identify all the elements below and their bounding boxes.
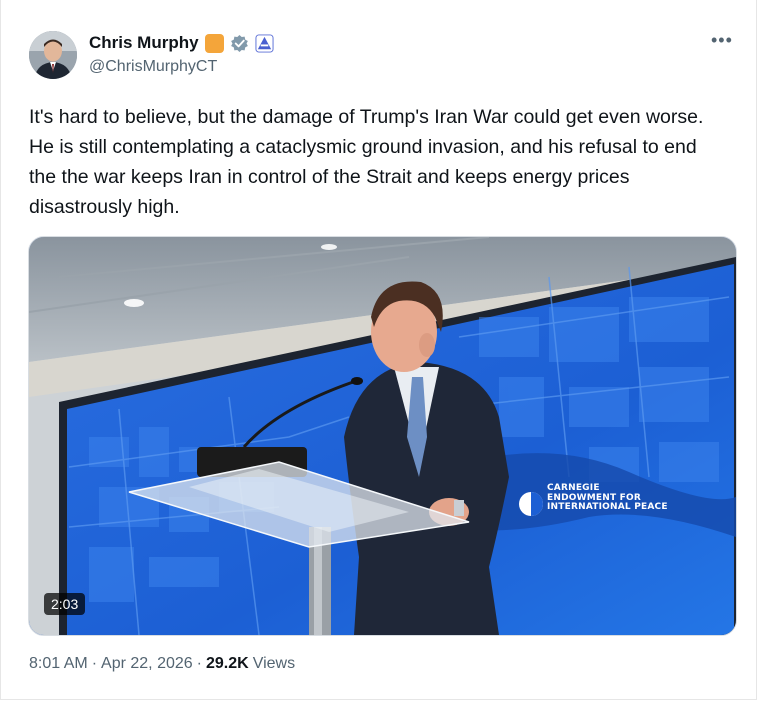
author-name[interactable]: Chris Murphy <box>89 33 199 53</box>
meta-separator: · <box>91 655 98 672</box>
government-badge-icon[interactable] <box>255 33 274 53</box>
author-handle[interactable]: @ChrisMurphyCT <box>89 58 217 76</box>
post-time[interactable]: 8:01 AM <box>29 655 88 673</box>
avatar[interactable] <box>29 31 77 79</box>
post-date[interactable]: Apr 22, 2026 <box>101 655 193 673</box>
views-count[interactable]: 29.2K <box>206 655 249 673</box>
video-duration-badge: 2:03 <box>44 593 86 615</box>
avatar-image <box>29 31 77 79</box>
author-name-row: Chris Murphy <box>89 33 274 53</box>
verified-icon[interactable] <box>230 34 249 53</box>
screen-logo-line3: INTERNATIONAL PEACE <box>547 502 668 512</box>
tweet-card: Chris Murphy @ChrisMurphyCT ••• It's har… <box>0 0 757 700</box>
screen-logo: CARNEGIE ENDOWMENT FOR INTERNATIONAL PEA… <box>547 483 668 513</box>
gold-badge-icon[interactable] <box>204 33 224 53</box>
video-thumbnail <box>29 237 736 635</box>
video-player[interactable] <box>28 236 737 636</box>
more-icon[interactable]: ••• <box>711 30 733 51</box>
post-meta: 8:01 AM · Apr 22, 2026 · 29.2K Views <box>29 655 295 673</box>
post-text: It's hard to believe, but the damage of … <box>29 106 704 218</box>
views-label[interactable]: Views <box>253 655 295 673</box>
meta-separator: · <box>196 655 202 672</box>
